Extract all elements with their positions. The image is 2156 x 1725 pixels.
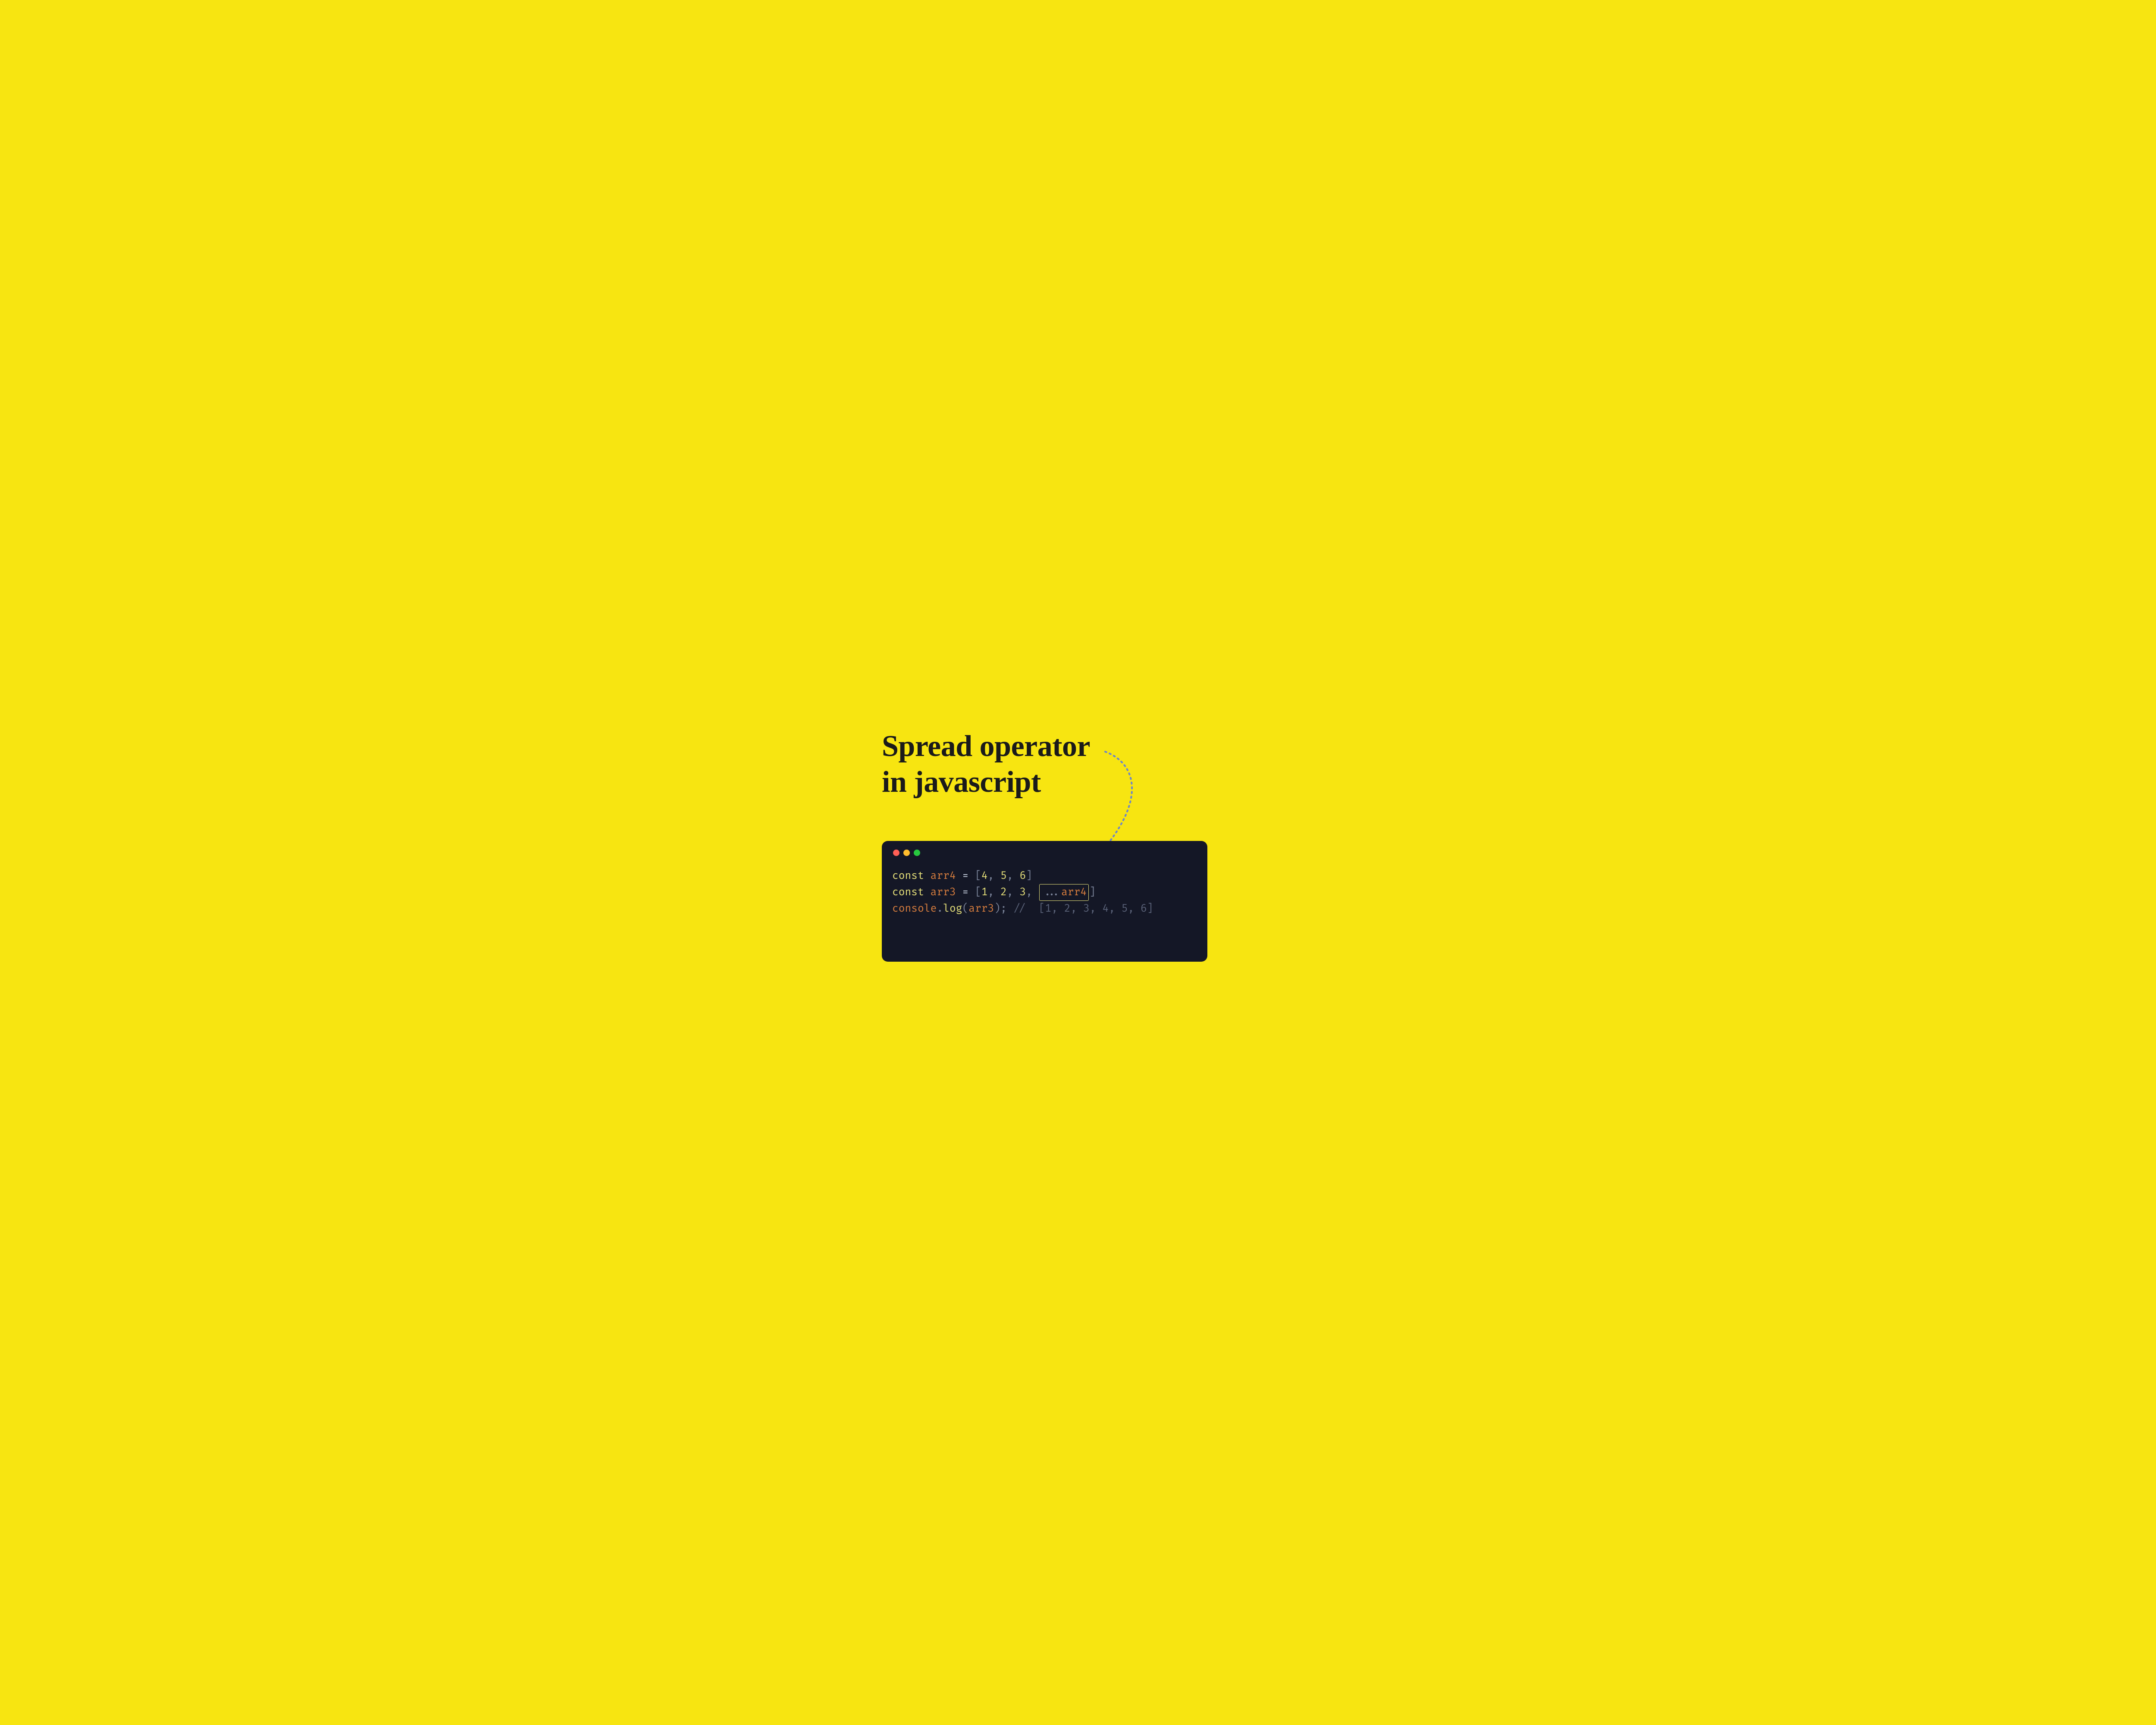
semicolon: ; [1000,903,1007,915]
variable: arr4 [1061,886,1087,899]
number: 2 [1000,886,1007,899]
bracket: [ [975,870,981,882]
keyword: const [892,870,924,882]
maximize-icon [914,850,920,856]
variable: arr4 [931,870,956,882]
number: 3 [1019,886,1026,899]
spread-highlight: ...arr4 [1039,884,1089,901]
number: 5 [1000,870,1007,882]
code-line: console.log(arr3); // [1, 2, 3, 4, 5, 6] [892,903,1153,915]
dot: . [937,903,943,915]
code-block: const arr4 = [4, 5, 6] const arr3 = [1, … [892,868,1197,917]
code-window: const arr4 = [4, 5, 6] const arr3 = [1, … [882,841,1207,962]
operator: = [956,886,975,899]
comma: , [988,870,1001,882]
number: 4 [981,870,988,882]
operator: = [956,870,975,882]
page-title: Spread operator in javascript [882,729,1090,800]
number: 6 [1019,870,1026,882]
paren: ) [994,903,1000,915]
argument: arr3 [968,903,994,915]
minimize-icon [903,850,910,856]
paren: ( [962,903,968,915]
number: 1 [981,886,988,899]
object: console [892,903,937,915]
title-line-2: in javascript [882,765,1041,799]
code-line: const arr4 = [4, 5, 6] [892,870,1032,882]
slide: Spread operator in javascript const arr4… [819,690,1337,1035]
window-controls [893,850,1197,856]
bracket: [ [975,886,981,899]
comment: // [1, 2, 3, 4, 5, 6] [1007,903,1153,915]
comma: , [1007,886,1020,899]
bracket: ] [1026,870,1032,882]
method: log [943,903,962,915]
keyword: const [892,886,924,899]
title-line-1: Spread operator [882,730,1090,763]
close-icon [893,850,899,856]
code-line: const arr3 = [1, 2, 3, ...arr4] [892,886,1096,899]
spread-operator: ... [1042,886,1061,899]
comma: , [1026,886,1039,899]
comma: , [1007,870,1020,882]
bracket: ] [1089,886,1096,899]
comma: , [988,886,1001,899]
variable: arr3 [931,886,956,899]
